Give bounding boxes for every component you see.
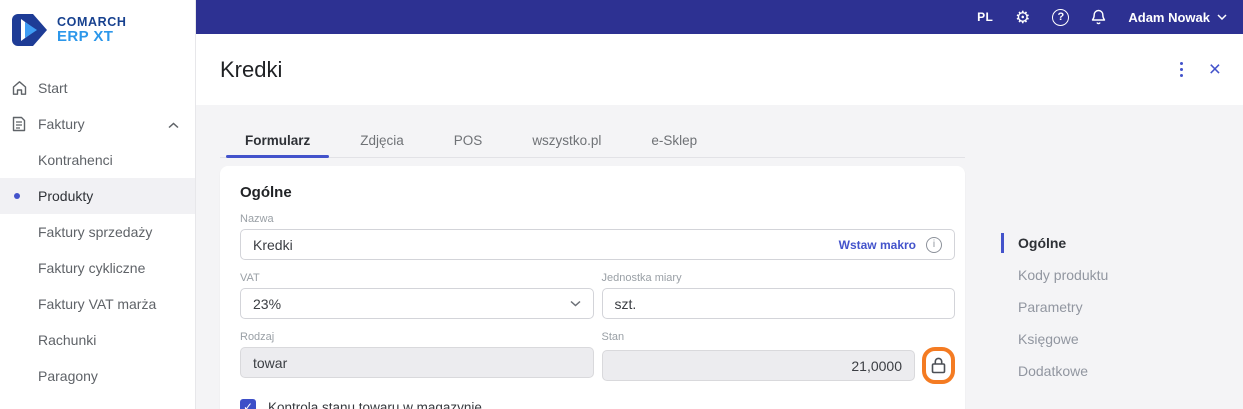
sidebar-menu: Start Faktury Kontrahenci Produkty Faktu…: [0, 70, 195, 394]
close-icon[interactable]: ×: [1209, 59, 1221, 80]
comarch-logo-icon: [12, 14, 47, 46]
sidebar-item-kontrahenci[interactable]: Kontrahenci: [0, 142, 195, 178]
sidebar-item-faktury-cykliczne[interactable]: Faktury cykliczne: [0, 250, 195, 286]
tab-zdjecia[interactable]: Zdjęcia: [335, 125, 429, 157]
highlight-annotation[interactable]: [922, 347, 955, 384]
page-header: Kredki ×: [196, 34, 1243, 105]
secnav-ksiegowe[interactable]: Księgowe: [1001, 329, 1108, 349]
vat-value: 23%: [253, 295, 282, 312]
jednostka-input[interactable]: szt.: [601, 288, 955, 319]
kontrola-checkbox-row[interactable]: ✓ Kontrola stanu towaru w magazynie: [240, 399, 955, 409]
tab-pos[interactable]: POS: [429, 125, 508, 157]
sidebar-item-faktury-sprzedazy[interactable]: Faktury sprzedaży: [0, 214, 195, 250]
brand-line1: COMARCH: [57, 14, 127, 29]
document-icon: [0, 116, 38, 132]
sidebar-item-faktury[interactable]: Faktury: [0, 106, 195, 142]
kontrola-label: Kontrola stanu towaru w magazynie: [268, 399, 482, 409]
page-title: Kredki: [220, 56, 283, 82]
language-selector[interactable]: PL: [977, 10, 993, 24]
checkbox-checked-icon[interactable]: ✓: [240, 399, 256, 409]
active-dot-icon: [14, 193, 20, 199]
vat-label: VAT: [240, 272, 260, 284]
chevron-down-icon: [1217, 14, 1227, 20]
form-card: Ogólne Nazwa Kredki Wstaw makro i VAT 23…: [220, 166, 965, 409]
gear-icon[interactable]: ⚙: [1015, 9, 1030, 26]
chevron-up-icon: [168, 116, 179, 132]
user-menu[interactable]: Adam Nowak: [1128, 10, 1227, 25]
home-icon: [0, 80, 38, 96]
app-window: COMARCH ERP XT Start Faktury Kontrahenci…: [0, 0, 1243, 409]
nazwa-label: Nazwa: [240, 213, 274, 225]
bell-icon[interactable]: [1091, 9, 1106, 25]
section-title: Ogólne: [240, 184, 292, 201]
secnav-parametry[interactable]: Parametry: [1001, 297, 1108, 317]
secnav-kody-produktu[interactable]: Kody produktu: [1001, 265, 1108, 285]
tab-formularz[interactable]: Formularz: [220, 125, 335, 158]
vat-select[interactable]: 23%: [240, 288, 594, 319]
tab-e-sklep[interactable]: e-Sklep: [626, 125, 722, 157]
stan-value: 21,0000: [851, 357, 902, 374]
left-sidebar: COMARCH ERP XT Start Faktury Kontrahenci…: [0, 0, 196, 409]
jednostka-label: Jednostka miary: [601, 272, 682, 284]
rodzaj-value: towar: [253, 354, 288, 371]
sidebar-item-faktury-vat-marza[interactable]: Faktury VAT marża: [0, 286, 195, 322]
sidebar-item-start[interactable]: Start: [0, 70, 195, 106]
tab-wszystko-pl[interactable]: wszystko.pl: [507, 125, 626, 157]
rodzaj-input: towar: [240, 347, 594, 378]
brand-line2: ERP XT: [57, 27, 114, 45]
secnav-dodatkowe[interactable]: Dodatkowe: [1001, 361, 1108, 381]
user-name: Adam Nowak: [1128, 9, 1210, 25]
top-bar: PL ⚙ ? Adam Nowak: [196, 0, 1243, 34]
lock-icon: [931, 357, 946, 374]
jednostka-value: szt.: [614, 295, 637, 312]
info-icon[interactable]: i: [926, 236, 942, 253]
secnav-ogolne[interactable]: Ogólne: [1001, 233, 1108, 253]
chevron-down-icon: [570, 300, 580, 307]
brand-logo[interactable]: COMARCH ERP XT: [0, 0, 195, 58]
stan-input: 21,0000: [601, 350, 915, 381]
sidebar-item-produkty[interactable]: Produkty: [0, 178, 195, 214]
stan-label: Stan: [601, 331, 625, 343]
nazwa-input[interactable]: Kredki Wstaw makro i: [240, 229, 955, 260]
sidebar-item-paragony[interactable]: Paragony: [0, 358, 195, 394]
sidebar-item-rachunki[interactable]: Rachunki: [0, 322, 195, 358]
nazwa-value: Kredki: [253, 236, 293, 253]
section-nav: Ogólne Kody produktu Parametry Księgowe …: [1001, 233, 1108, 381]
content-area: Formularz Zdjęcia POS wszystko.pl e-Skle…: [196, 105, 1243, 409]
more-options-icon[interactable]: [1174, 58, 1189, 81]
tab-strip: Formularz Zdjęcia POS wszystko.pl e-Skle…: [220, 125, 965, 158]
wstaw-makro-link[interactable]: Wstaw makro: [839, 238, 916, 252]
rodzaj-label: Rodzaj: [240, 331, 275, 343]
help-icon[interactable]: ?: [1052, 8, 1070, 26]
